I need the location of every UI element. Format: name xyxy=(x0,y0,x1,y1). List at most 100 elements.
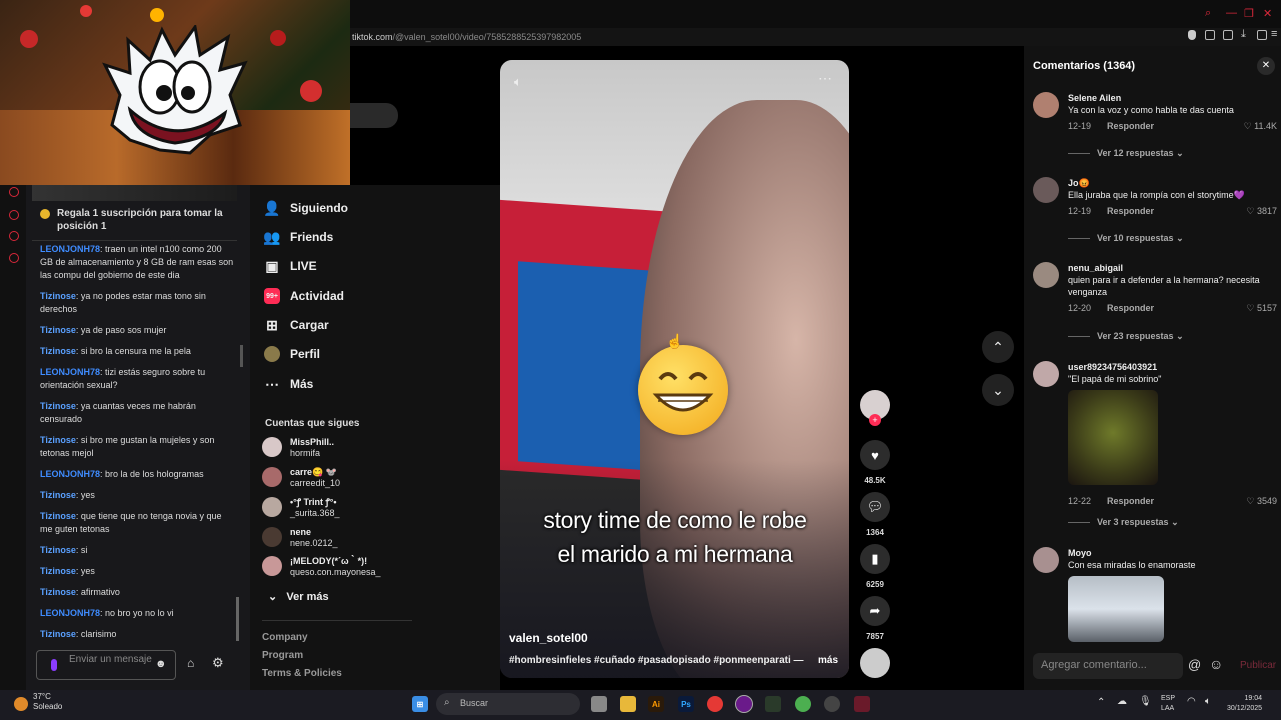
avatar[interactable] xyxy=(1033,361,1059,387)
chat-username[interactable]: Tizinose xyxy=(40,587,76,597)
comment-author[interactable]: nenu_abigail xyxy=(1068,262,1277,274)
shield-icon[interactable] xyxy=(1188,30,1196,40)
video-player[interactable]: 🔈︎ ⋯ story time de como le robe el marido… xyxy=(500,60,849,678)
emoji-icon[interactable]: ☺ xyxy=(1209,656,1223,672)
see-more-accounts[interactable]: ⌄ Ver más xyxy=(268,590,329,603)
chat-username[interactable]: Tizinose xyxy=(40,629,76,639)
footer-link-terms[interactable]: Terms & Policies xyxy=(262,668,342,679)
share-button[interactable]: ➦ 7857 xyxy=(860,596,890,641)
chat-username[interactable]: LEONJONH78 xyxy=(40,244,100,254)
comment-like[interactable]: ♡ 11.4K xyxy=(1244,120,1277,132)
chat-username[interactable]: Tizinose xyxy=(40,511,76,521)
followed-account[interactable]: carre😋 🐭 carreedit_10 xyxy=(262,467,340,489)
chat-username[interactable]: Tizinose xyxy=(40,490,76,500)
chat-username[interactable]: LEONJONH78 xyxy=(40,608,100,618)
volume-icon[interactable]: 🔈︎ xyxy=(1205,696,1211,707)
mic-icon[interactable]: 🎙︎ xyxy=(1139,696,1152,707)
nav-following[interactable]: 👤 Siguiendo xyxy=(263,200,348,216)
next-video-button[interactable]: ⌄ xyxy=(982,374,1014,406)
app-icon[interactable] xyxy=(824,696,840,712)
comment-image[interactable] xyxy=(1068,576,1164,642)
video-author[interactable]: valen_sotel00 xyxy=(509,631,588,645)
comment-input[interactable]: Agregar comentario... xyxy=(1033,653,1183,679)
taskbar-search[interactable]: ⌕ Buscar xyxy=(436,693,580,715)
more-options-icon[interactable]: ⋯ xyxy=(818,70,832,87)
mic-icon[interactable] xyxy=(51,659,57,671)
wifi-icon[interactable]: ◠ xyxy=(1187,696,1196,707)
comment-like[interactable]: ♡ 3549 xyxy=(1246,495,1277,507)
chrome-icon[interactable] xyxy=(795,696,811,712)
chat-username[interactable]: Tizinose xyxy=(40,291,76,301)
view-replies-button[interactable]: Ver 12 respuestas ⌄ xyxy=(1068,148,1184,159)
comment-button[interactable]: 💬︎ 1364 xyxy=(860,492,890,537)
download-icon[interactable]: ⤓ xyxy=(1241,28,1246,41)
photoshop-icon[interactable]: Ps xyxy=(678,696,694,712)
followed-account[interactable]: ¡MELODY(*´ω｀*)! queso.con.mayonesa_ xyxy=(262,556,381,578)
comment-author[interactable]: Jo😡 xyxy=(1068,177,1277,189)
nav-upload[interactable]: ⊞ Cargar xyxy=(264,317,329,333)
sound-disc-button[interactable] xyxy=(860,648,890,678)
follow-plus-icon[interactable]: + xyxy=(869,414,881,426)
avatar[interactable] xyxy=(1033,177,1059,203)
chat-username[interactable]: Tizinose xyxy=(40,545,76,555)
comment-like[interactable]: ♡ 5157 xyxy=(1246,302,1277,314)
extension-icon[interactable] xyxy=(1257,30,1267,40)
chat-username[interactable]: Tizinose xyxy=(40,325,76,335)
avatar[interactable] xyxy=(1033,547,1059,573)
followed-account[interactable]: MissPhill.. hormifa xyxy=(262,437,334,459)
previous-video-button[interactable]: ⌃ xyxy=(982,331,1014,363)
illustrator-icon[interactable]: Ai xyxy=(648,696,664,712)
view-replies-button[interactable]: Ver 3 respuestas ⌄ xyxy=(1068,517,1179,528)
file-explorer-icon[interactable] xyxy=(620,696,636,712)
avatar[interactable] xyxy=(1033,262,1059,288)
followed-account[interactable]: nene nene.0212_ xyxy=(262,527,338,549)
rail-icon[interactable] xyxy=(9,187,19,197)
address-bar[interactable]: tiktok.com/@valen_sotel00/video/75852885… xyxy=(350,28,1281,46)
save-button[interactable]: ▮ 6259 xyxy=(860,544,890,589)
footer-link-company[interactable]: Company xyxy=(262,632,308,643)
author-avatar-button[interactable]: + xyxy=(860,390,890,426)
minimize-icon[interactable]: — xyxy=(1226,7,1237,19)
chat-username[interactable]: LEONJONH78 xyxy=(40,367,100,377)
chevron-up-icon[interactable]: ⌃ xyxy=(1097,697,1105,708)
comment-author[interactable]: Selene Ailen xyxy=(1068,92,1277,104)
reply-button[interactable]: Responder xyxy=(1107,205,1154,217)
chat-scrollbar-thumb[interactable] xyxy=(236,597,239,641)
reply-button[interactable]: Responder xyxy=(1107,495,1154,507)
menu-icon[interactable]: ≡ xyxy=(1271,28,1277,40)
chat-scrollbar[interactable] xyxy=(240,345,243,367)
maximize-icon[interactable]: ❐ xyxy=(1244,7,1254,20)
video-hashtags[interactable]: #hombresinfieles #cuñado #pasadopisado #… xyxy=(509,655,804,666)
chat-username[interactable]: LEONJONH78 xyxy=(40,469,100,479)
windows-start-icon[interactable]: ⊞ xyxy=(412,696,428,712)
extension-icon[interactable] xyxy=(1223,30,1233,40)
volume-icon[interactable]: 🔈︎ xyxy=(514,74,522,90)
comment-sticker-image[interactable] xyxy=(1068,390,1158,485)
reply-button[interactable]: Responder xyxy=(1107,120,1154,132)
mention-icon[interactable]: @ xyxy=(1188,657,1201,672)
nav-more[interactable]: ⋯ Más xyxy=(264,376,313,392)
taskbar-clock[interactable]: 19:04 30/12/2025 xyxy=(1227,694,1262,714)
nav-activity[interactable]: 99+ Actividad xyxy=(264,288,344,304)
language-indicator[interactable]: ESP LAA xyxy=(1161,694,1175,714)
chat-username[interactable]: Tizinose xyxy=(40,346,76,356)
extension-icon[interactable] xyxy=(1205,30,1215,40)
comment-like[interactable]: ♡ 3817 xyxy=(1246,205,1277,217)
close-icon[interactable]: ✕ xyxy=(1263,7,1272,20)
app-icon[interactable] xyxy=(765,696,781,712)
nav-profile[interactable]: Perfil xyxy=(264,346,320,362)
video-more-link[interactable]: más xyxy=(818,655,838,666)
comment-author[interactable]: user89234756403921 xyxy=(1068,361,1277,373)
avatar[interactable] xyxy=(1033,92,1059,118)
chrome-icon[interactable] xyxy=(707,696,723,712)
cloud-icon[interactable]: ☁ xyxy=(1117,696,1127,707)
chat-username[interactable]: Tizinose xyxy=(40,435,76,445)
followed-account[interactable]: •°ꝭ Trint ꝭ°• _surita.368_ xyxy=(262,497,340,519)
app-icon[interactable] xyxy=(854,696,870,712)
nav-friends[interactable]: 👥 Friends xyxy=(263,229,333,245)
emoji-icon[interactable]: ☻ xyxy=(155,658,167,670)
task-view-icon[interactable] xyxy=(591,696,607,712)
view-replies-button[interactable]: Ver 23 respuestas ⌄ xyxy=(1068,331,1184,342)
opera-icon[interactable] xyxy=(735,695,753,713)
like-button[interactable]: ♥ 48.5K xyxy=(860,440,890,485)
